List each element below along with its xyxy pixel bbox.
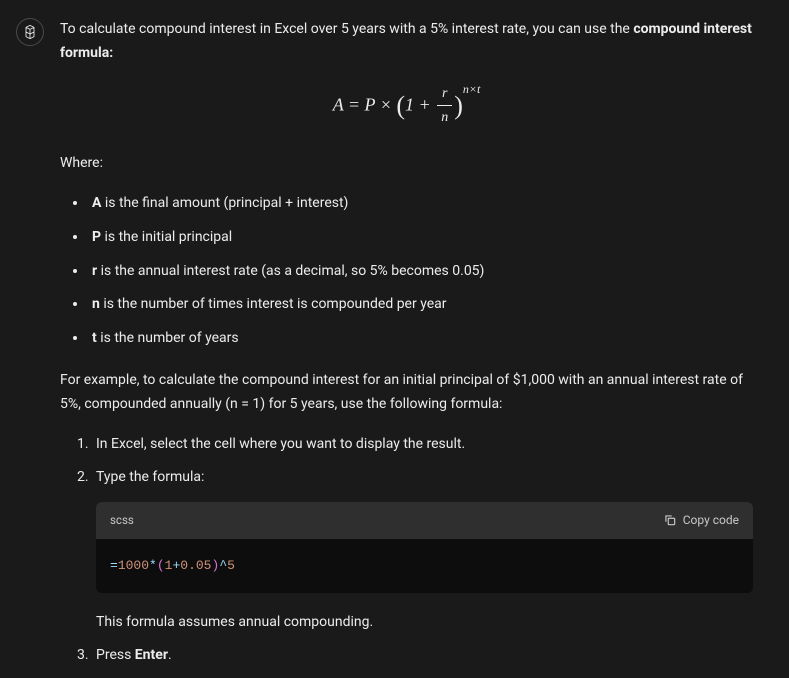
message-content: To calculate compound interest in Excel … <box>60 18 773 678</box>
openai-icon <box>22 24 38 40</box>
step-item: In Excel, select the cell where you want… <box>92 433 753 457</box>
code-block: scss Copy code =1000*(1+0.05)^5 <box>96 502 753 592</box>
list-item: n is the number of times interest is com… <box>88 293 753 317</box>
step-item: Press Enter. <box>92 644 753 668</box>
list-item: A is the final amount (principal + inter… <box>88 192 753 216</box>
intro-text: To calculate compound interest in Excel … <box>60 21 633 37</box>
code-content: =1000*(1+0.05)^5 <box>96 539 753 593</box>
copy-label: Copy code <box>683 510 739 530</box>
list-item: t is the number of years <box>88 327 753 351</box>
after-code-text: This formula assumes annual compounding. <box>96 614 373 630</box>
assistant-message: To calculate compound interest in Excel … <box>0 0 789 678</box>
example-paragraph: For example, to calculate the compound i… <box>60 369 753 417</box>
steps-list: In Excel, select the cell where you want… <box>60 433 753 669</box>
where-label: Where: <box>60 152 753 176</box>
list-item: P is the initial principal <box>88 226 753 250</box>
formula-display: A = P × (1 + rn)n×t <box>60 82 753 131</box>
variable-list: A is the final amount (principal + inter… <box>60 192 753 351</box>
code-lang-label: scss <box>110 511 134 531</box>
copy-icon <box>663 513 677 527</box>
step-item: Type the formula: scss Copy code =1000*(… <box>92 466 753 634</box>
list-item: r is the annual interest rate (as a deci… <box>88 260 753 284</box>
intro-paragraph: To calculate compound interest in Excel … <box>60 18 753 66</box>
copy-code-button[interactable]: Copy code <box>663 510 739 530</box>
code-header: scss Copy code <box>96 502 753 538</box>
assistant-avatar <box>16 18 44 46</box>
